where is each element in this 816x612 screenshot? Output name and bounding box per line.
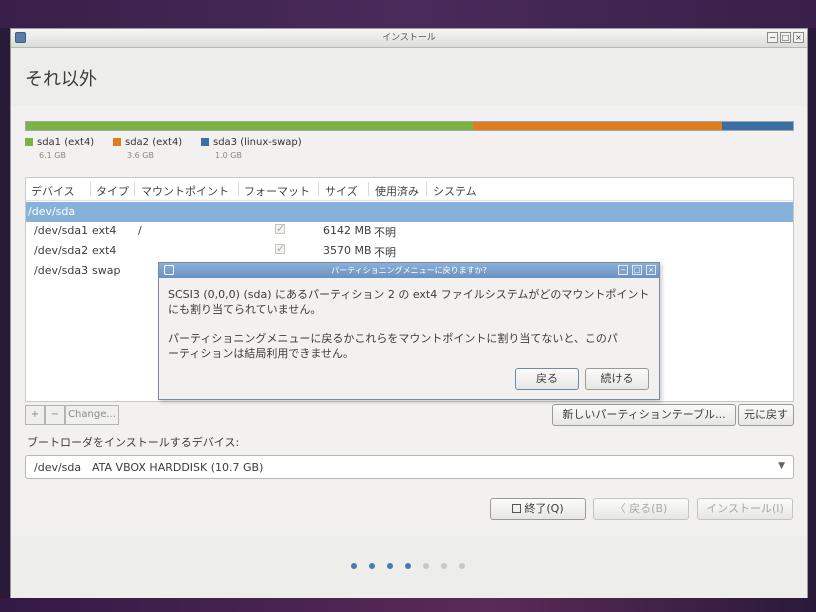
progress-dot	[441, 563, 447, 569]
dialog-message-line: にも割り当てられていません。	[168, 303, 322, 316]
column-header-type[interactable]: タイプ	[96, 183, 129, 199]
legend-sda2: sda2 (ext4) 3.6 GB	[113, 137, 183, 160]
legend-swatch	[25, 138, 33, 146]
column-separator	[238, 182, 239, 196]
bootloader-device-select[interactable]: /dev/sda ATA VBOX HARDDISK (10.7 GB) ▼	[25, 455, 794, 479]
dialog-back-button[interactable]: 戻る	[515, 368, 579, 390]
column-header-used[interactable]: 使用済み	[375, 183, 419, 199]
window-titlebar[interactable]: インストール − □ ×	[11, 29, 807, 48]
exit-icon	[512, 504, 522, 513]
progress-dot	[459, 563, 465, 569]
column-header-format[interactable]: フォーマット	[244, 183, 310, 199]
bootloader-description: ATA VBOX HARDDISK (10.7 GB)	[92, 461, 264, 474]
quit-button[interactable]: 終了(Q)	[490, 498, 586, 520]
partition-segment-sda1	[26, 122, 473, 130]
bootloader-label: ブートローダをインストールするデバイス:	[27, 436, 240, 449]
column-separator	[368, 182, 369, 196]
row-type: ext4	[92, 224, 117, 237]
column-header-mount[interactable]: マウントポイント	[141, 183, 229, 199]
column-header-system[interactable]: システム	[433, 183, 477, 199]
legend-size: 3.6 GB	[127, 151, 154, 160]
column-header-device[interactable]: デバイス	[31, 183, 75, 199]
page-title: それ以外	[25, 69, 97, 90]
back-button[interactable]: 〈 戻る(B)	[593, 498, 689, 520]
legend-size: 1.0 GB	[215, 151, 242, 160]
partition-segment-sda3	[722, 122, 793, 130]
row-used: 不明	[374, 246, 396, 259]
table-row[interactable]: /dev/sda2 ext4 ✓ 3570 MB 不明	[26, 241, 793, 261]
dialog-continue-button[interactable]: 続ける	[585, 368, 649, 390]
row-used: 不明	[374, 226, 396, 239]
legend-swatch	[201, 138, 209, 146]
new-partition-table-button[interactable]: 新しいパーティションテーブル...	[552, 404, 736, 426]
dialog-message-line: SCSI3 (0,0,0) (sda) にあるパーティション 2 の ext4 …	[168, 288, 650, 301]
minimize-icon[interactable]: −	[767, 32, 778, 43]
quit-label: 終了(Q)	[524, 502, 564, 515]
step-progress-indicator	[351, 563, 471, 573]
install-button[interactable]: インストール(I)	[697, 498, 793, 520]
window-title: インストール	[382, 33, 436, 43]
row-size: 6142 MB	[323, 224, 372, 237]
disk-device: /dev/sda	[28, 205, 76, 218]
table-row-disk[interactable]: /dev/sda	[26, 202, 793, 222]
chevron-down-icon: ▼	[778, 461, 785, 471]
revert-button[interactable]: 元に戻す	[738, 404, 794, 426]
column-separator	[318, 182, 319, 196]
partition-segment-sda2	[472, 122, 723, 130]
dialog-message-line: パーティショニングメニューに戻るかこれらをマウントポイントに割り当てないと、この…	[168, 332, 618, 345]
column-separator	[426, 182, 427, 196]
row-type: swap	[92, 264, 121, 277]
add-partition-button[interactable]: +	[25, 405, 45, 425]
partition-usage-bar	[25, 121, 794, 131]
dialog-titlebar[interactable]: パーティショニングメニューに戻りますか? − □ ×	[159, 263, 659, 278]
row-size: 3570 MB	[323, 244, 372, 257]
dialog-maximize-icon[interactable]: □	[632, 265, 642, 275]
bootloader-device: /dev/sda	[34, 461, 82, 474]
maximize-icon[interactable]: □	[780, 32, 791, 43]
legend-label: sda2 (ext4)	[125, 137, 183, 148]
close-icon[interactable]: ×	[793, 32, 804, 43]
dialog-close-icon[interactable]: ×	[646, 265, 656, 275]
column-separator	[90, 182, 91, 196]
progress-dot	[423, 563, 429, 569]
format-checkbox[interactable]: ✓	[275, 223, 285, 234]
progress-dot	[405, 563, 411, 569]
legend-label: sda1 (ext4)	[37, 137, 95, 148]
row-device: /dev/sda3	[34, 264, 89, 277]
desktop-top-panel	[0, 0, 816, 28]
confirm-dialog: パーティショニングメニューに戻りますか? − □ × SCSI3 (0,0,0)…	[158, 262, 660, 400]
column-header-size[interactable]: サイズ	[325, 183, 358, 199]
progress-dot	[369, 563, 375, 569]
format-checkbox[interactable]: ✓	[275, 243, 285, 254]
legend-size: 6.1 GB	[39, 151, 66, 160]
remove-partition-button[interactable]: −	[45, 405, 65, 425]
row-device: /dev/sda1	[34, 224, 89, 237]
row-mount: /	[138, 224, 142, 237]
dialog-minimize-icon[interactable]: −	[618, 265, 628, 275]
row-device: /dev/sda2	[34, 244, 89, 257]
legend-sda3: sda3 (linux-swap) 1.0 GB	[201, 137, 302, 160]
table-header: デバイス タイプ マウントポイント フォーマット サイズ 使用済み システム	[26, 178, 793, 201]
table-row[interactable]: /dev/sda1 ext4 / ✓ 6142 MB 不明	[26, 221, 793, 241]
dialog-title: パーティショニングメニューに戻りますか?	[331, 266, 487, 275]
progress-dot	[351, 563, 357, 569]
change-partition-button[interactable]: Change...	[65, 405, 119, 425]
row-type: ext4	[92, 244, 117, 257]
legend-label: sda3 (linux-swap)	[213, 137, 302, 148]
progress-dot	[387, 563, 393, 569]
dialog-message-line: ーティションは結局利用できません。	[168, 347, 355, 360]
legend-sda1: sda1 (ext4) 6.1 GB	[25, 137, 95, 160]
desktop-bottom-panel	[0, 598, 816, 612]
column-separator	[134, 182, 135, 196]
legend-swatch	[113, 138, 121, 146]
